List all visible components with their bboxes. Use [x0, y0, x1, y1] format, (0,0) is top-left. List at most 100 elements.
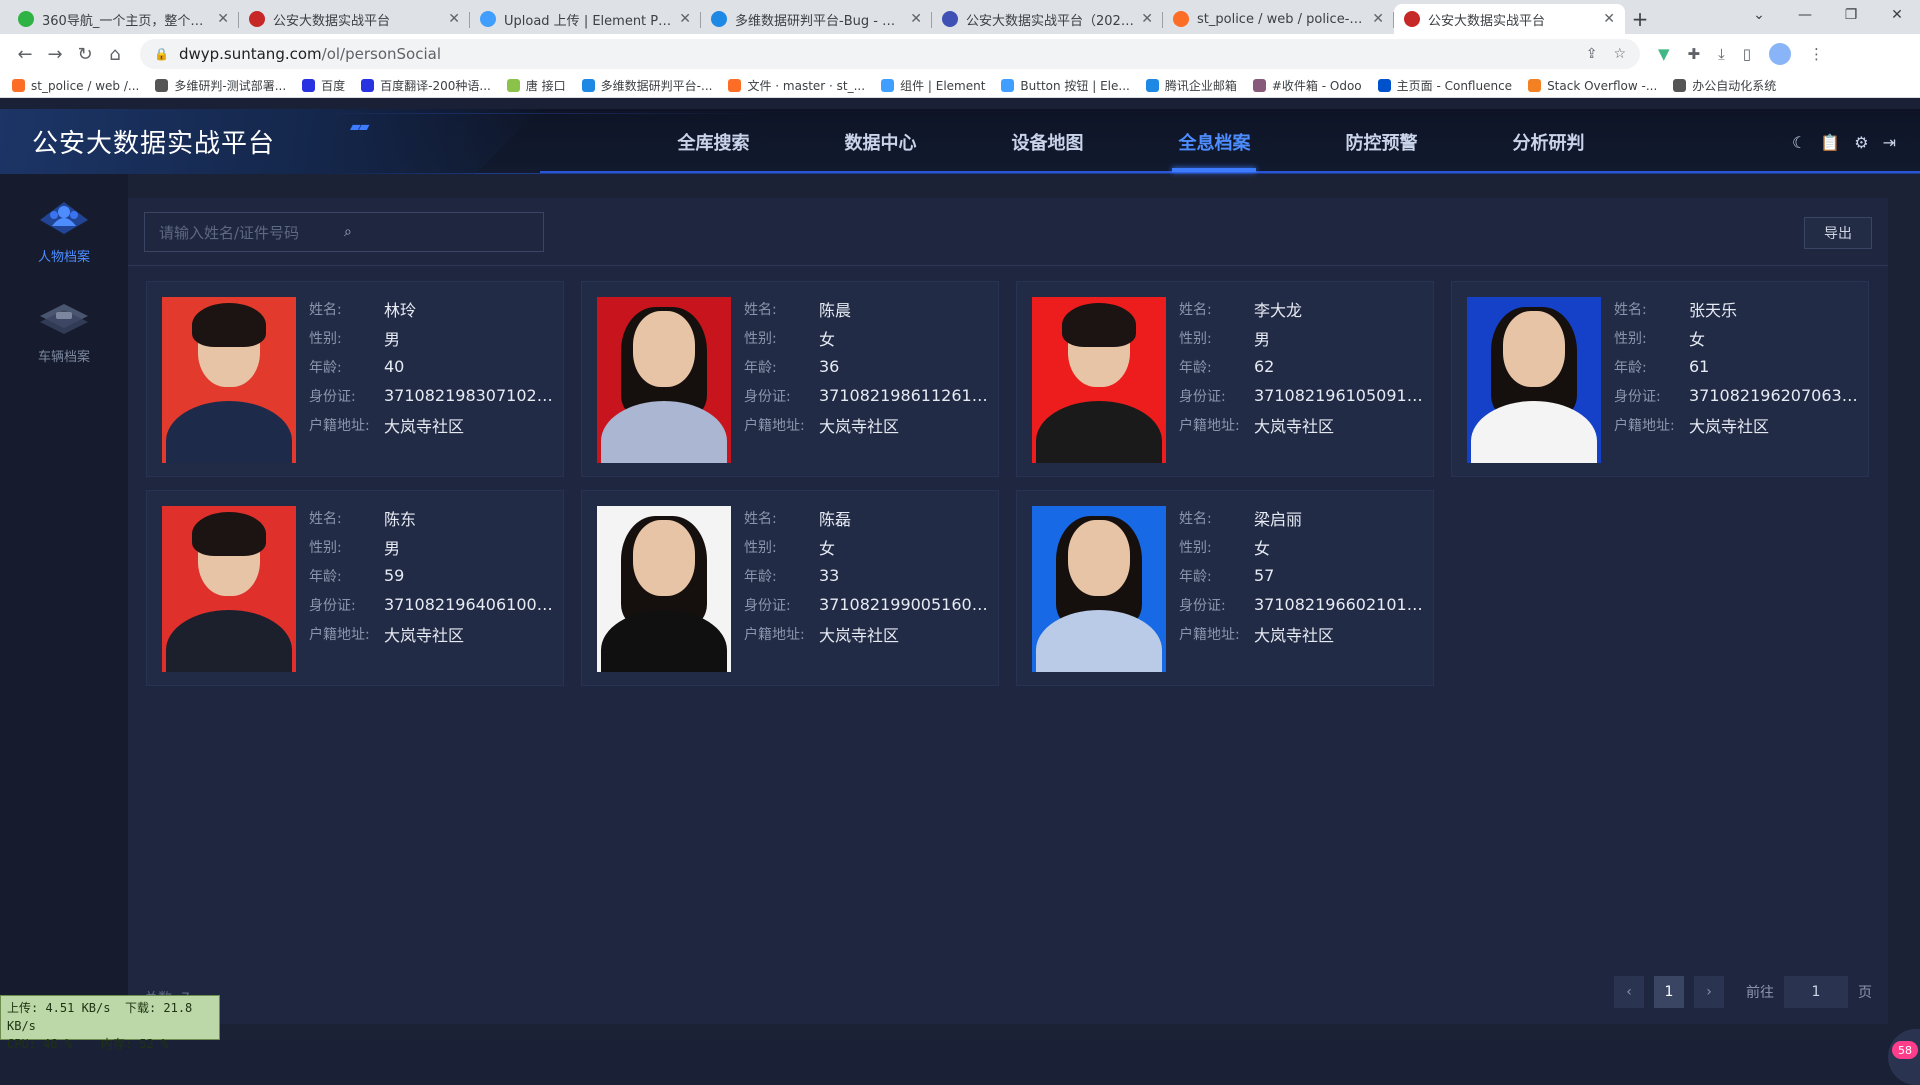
theme-moon-icon[interactable]: ☾	[1792, 133, 1806, 152]
settings-gear-icon[interactable]: ⚙	[1854, 133, 1868, 152]
new-tab-button[interactable]: +	[1625, 4, 1655, 34]
url-field[interactable]: 🔒 dwyp.suntang.com/ol/personSocial ⇪ ☆	[140, 39, 1640, 69]
profile-avatar[interactable]	[1769, 43, 1792, 65]
home-icon[interactable]: ⌂	[100, 44, 130, 65]
downloads-icon[interactable]: ⤓	[1718, 45, 1725, 63]
info-row-age: 年龄: 33	[744, 561, 989, 590]
nav-tab[interactable]: 设备地图	[964, 109, 1131, 174]
vue-devtools-icon[interactable]: ▼	[1658, 45, 1670, 63]
forward-icon[interactable]: →	[40, 44, 70, 65]
bookmark-favicon-icon	[1145, 79, 1159, 92]
bookmark-item[interactable]: st_police / web /...	[12, 79, 139, 93]
tab-close-icon[interactable]: ✕	[448, 11, 460, 27]
tab-close-icon[interactable]: ✕	[1603, 11, 1615, 27]
bookmark-item[interactable]: 办公自动化系统	[1673, 77, 1776, 94]
bookmark-item[interactable]: 多维数据研判平台-...	[581, 77, 712, 94]
bookmark-item[interactable]: 主页面 - Confluence	[1377, 77, 1512, 94]
bookmark-item[interactable]: 百度	[302, 77, 345, 94]
sidebar-item-vehicle-archive[interactable]: 车辆档案	[0, 282, 128, 382]
info-row-address: 户籍地址: 大岚寺社区	[1614, 410, 1859, 439]
search-icon[interactable]: ⌕	[344, 224, 529, 240]
close-window-button[interactable]: ✕	[1874, 0, 1920, 30]
bookmark-item[interactable]: 多维研判-测试部署...	[155, 77, 286, 94]
side-panel-icon[interactable]: ▯	[1743, 45, 1751, 63]
nav-tab[interactable]: 全息档案	[1131, 109, 1298, 174]
bookmark-item[interactable]: 组件 | Element	[881, 77, 985, 94]
bookmark-item[interactable]: Stack Overflow -...	[1528, 79, 1657, 93]
clipboard-icon[interactable]: 📋	[1820, 133, 1840, 152]
bookmark-label: Stack Overflow -...	[1547, 78, 1658, 93]
tab-close-icon[interactable]: ✕	[679, 11, 691, 27]
bookmark-item[interactable]: Button 按钮 | Ele...	[1001, 77, 1130, 94]
person-card[interactable]: 姓名: 李大龙 性别: 男年龄: 62 身份证: 371082196105091313 户籍地…	[1016, 281, 1434, 477]
bookmark-item[interactable]: 百度翻译-200种语...	[361, 77, 491, 94]
tab-favicon-icon	[480, 11, 496, 27]
info-row-name: 姓名: 张天乐	[1614, 294, 1859, 323]
bookmark-item[interactable]: 腾讯企业邮箱	[1145, 77, 1237, 94]
nav-tab[interactable]: 防控预警	[1298, 109, 1465, 174]
person-card[interactable]: 姓名: 梁启丽 性别: 女年龄: 57 身份证: 371082196602101260 户籍地…	[1016, 490, 1434, 686]
tab-close-icon[interactable]: ✕	[910, 11, 922, 27]
person-photo	[1032, 297, 1166, 463]
notification-count-badge: 58	[1892, 1041, 1918, 1059]
bookmark-favicon-icon	[1001, 79, 1015, 92]
info-row-name: 姓名: 陈晨	[744, 294, 989, 323]
back-icon[interactable]: ←	[10, 44, 40, 65]
person-card[interactable]: 姓名: 陈晨 性别: 女年龄: 36 身份证: 371082198611261142 户籍地址…	[581, 281, 999, 477]
bookmark-favicon-icon	[1528, 79, 1542, 92]
browser-tab[interactable]: 公安大数据实战平台 ✕	[239, 4, 470, 34]
browser-tab[interactable]: Upload 上传 | Element Plus ✕	[470, 4, 701, 34]
field-value-gender: 男	[1254, 329, 1271, 349]
tab-search-icon[interactable]: ⌄	[1736, 0, 1782, 30]
browser-tab[interactable]: 公安大数据实战平台（2022/6/... ✕	[932, 4, 1163, 34]
bookmark-item[interactable]: 唐 接口	[506, 77, 566, 94]
floating-assistant-button[interactable]: 58	[1888, 1029, 1920, 1085]
bookmark-label: 组件 | Element	[900, 79, 986, 93]
field-label: 性别:	[744, 330, 777, 347]
person-card[interactable]: 姓名: 陈东 性别: 男年龄: 59 身份证: 371082196406100257 户籍地址…	[146, 490, 564, 686]
extensions-icon[interactable]: ✚	[1688, 45, 1701, 63]
export-button[interactable]: 导出	[1804, 217, 1872, 249]
tab-close-icon[interactable]: ✕	[1372, 11, 1384, 27]
person-card[interactable]: 姓名: 陈磊 性别: 女年龄: 33 身份证: 371082199005160602 户籍地址…	[581, 490, 999, 686]
prev-page-button[interactable]: ‹	[1614, 976, 1644, 1008]
url-host: dwyp.suntang.com	[178, 45, 322, 63]
page-number-current[interactable]: 1	[1654, 976, 1684, 1008]
photo-face	[1068, 520, 1130, 596]
restore-button[interactable]: ❐	[1828, 0, 1874, 30]
browser-tab[interactable]: 多维数据研判平台-Bug - 禅道 ✕	[701, 4, 932, 34]
app-title: 公安大数据实战平台	[32, 129, 276, 159]
sidebar-item-person-archive[interactable]: 人物档案	[0, 182, 128, 282]
browser-tab[interactable]: 360导航_一个主页，整个世界 ✕	[8, 4, 239, 34]
goto-page-input[interactable]: 1	[1784, 976, 1848, 1008]
nav-tab[interactable]: 分析研判	[1465, 109, 1632, 174]
sidebar: 人物档案 车辆档案	[0, 174, 128, 1040]
person-card[interactable]: 姓名: 张天乐 性别: 女年龄: 61 身份证: 371082196207063747 户籍地…	[1451, 281, 1869, 477]
bookmark-item[interactable]: 文件 · master · st_...	[728, 77, 865, 94]
reload-icon[interactable]: ↻	[70, 44, 100, 65]
share-icon[interactable]: ⇪	[1586, 46, 1598, 62]
next-page-button[interactable]: ›	[1694, 976, 1724, 1008]
logout-icon[interactable]: ⇥	[1883, 133, 1896, 152]
field-label: 姓名:	[309, 301, 342, 318]
field-value-age: 57	[1254, 566, 1275, 585]
nav-tab[interactable]: 数据中心	[797, 109, 964, 174]
field-value-name: 李大龙	[1254, 300, 1303, 320]
bookmark-star-icon[interactable]: ☆	[1613, 46, 1626, 62]
field-label: 姓名:	[309, 510, 342, 527]
browser-tab-bar: 360导航_一个主页，整个世界 ✕ 公安大数据实战平台 ✕ Upload 上传 | El…	[0, 0, 1920, 34]
tab-close-icon[interactable]: ✕	[217, 11, 229, 27]
minimize-button[interactable]: —	[1782, 0, 1828, 30]
person-card[interactable]: 姓名: 林玲 性别: 男年龄: 40 身份证: 371082198307102075 户籍地址…	[146, 281, 564, 477]
browser-tab[interactable]: 公安大数据实战平台 ✕	[1394, 4, 1625, 34]
search-input[interactable]: 请输入姓名/证件号码 ⌕	[144, 212, 544, 252]
tab-close-icon[interactable]: ✕	[1141, 11, 1153, 27]
nav-tab[interactable]: 全库搜索	[630, 109, 797, 174]
menu-icon[interactable]: ⋮	[1809, 45, 1824, 63]
lock-icon[interactable]: 🔒	[154, 47, 169, 61]
person-info: 姓名: 李大龙 性别: 男年龄: 62 身份证: 371082196105091313 户籍地…	[1179, 294, 1424, 439]
bookmark-item[interactable]: #收件箱 - Odoo	[1252, 77, 1362, 94]
photo-hair	[1062, 303, 1136, 347]
browser-tab[interactable]: st_police / web / police-analy... ✕	[1163, 4, 1394, 34]
field-value-address: 大岚寺社区	[819, 625, 900, 645]
